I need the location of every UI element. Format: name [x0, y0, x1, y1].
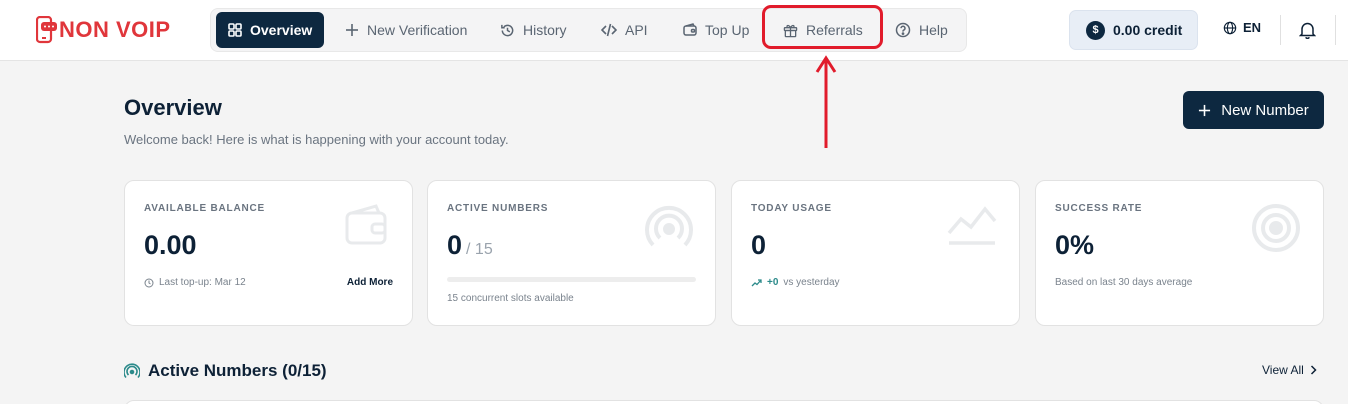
slots-progress-bar: [447, 277, 696, 282]
chart-line-icon: [947, 206, 997, 245]
active-numbers-card: ACTIVE NUMBERS 0/ 15 15 concurrent slots…: [427, 180, 716, 326]
chevron-right-icon: [1310, 365, 1317, 375]
add-more-link[interactable]: Add More: [347, 277, 393, 288]
nav-item-label: Help: [919, 22, 948, 38]
language-selector[interactable]: EN: [1223, 20, 1261, 35]
nav-item-label: History: [523, 22, 567, 38]
signal-icon: [124, 363, 140, 379]
nav-item-top-up[interactable]: Top Up: [671, 12, 761, 48]
view-all-link[interactable]: View All: [1262, 363, 1317, 377]
divider: [1280, 15, 1281, 45]
new-number-label: New Number: [1221, 101, 1309, 119]
signal-icon: [645, 205, 693, 247]
nav-item-label: Referrals: [806, 22, 863, 38]
help-icon: [895, 22, 911, 38]
gift-icon: [783, 24, 798, 37]
page-title: Overview: [124, 95, 222, 120]
divider: [1335, 15, 1336, 45]
available-balance-card: AVAILABLE BALANCE 0.00 Last top-up: Mar …: [124, 180, 413, 326]
wallet-icon: [683, 23, 697, 36]
globe-icon: [1223, 21, 1237, 34]
brand-logo[interactable]: NON VOIP: [35, 15, 171, 45]
success-rate-info: Based on last 30 days average: [1055, 277, 1193, 288]
nav-item-label: API: [625, 22, 648, 38]
card-label: SUCCESS RATE: [1055, 203, 1143, 214]
history-icon: [501, 24, 514, 36]
new-number-button[interactable]: New Number: [1183, 91, 1324, 129]
clock-icon: [144, 278, 154, 287]
top-navigation-bar: NON VOIP Overview New Verification Histo…: [0, 0, 1348, 61]
nav-item-label: Overview: [250, 22, 313, 38]
usage-delta-value: +0: [767, 277, 779, 288]
bell-icon: [1298, 22, 1317, 40]
active-numbers-panel: [124, 400, 1324, 404]
wallet-icon: [345, 204, 387, 245]
brand-name: NON VOIP: [59, 17, 171, 42]
phone-logo-icon: [35, 15, 58, 44]
notifications-button[interactable]: [1298, 21, 1317, 44]
annotation-arrow-icon: [815, 55, 837, 148]
last-topup-info: Last top-up: Mar 12: [144, 277, 246, 288]
plus-icon: [1199, 104, 1211, 116]
today-usage-card: TODAY USAGE 0 +0 vs yesterday: [731, 180, 1020, 326]
language-code: EN: [1243, 20, 1262, 35]
slots-info: 15 concurrent slots available: [447, 293, 574, 304]
nav-item-referrals[interactable]: Referrals: [771, 12, 875, 48]
section-title-text: Active Numbers (0/15): [148, 361, 327, 380]
nav-item-help[interactable]: Help: [883, 12, 960, 48]
nav-item-label: New Verification: [367, 22, 468, 38]
card-label: AVAILABLE BALANCE: [144, 203, 266, 214]
success-rate-value: 0%: [1055, 230, 1095, 260]
credit-balance-button[interactable]: $ 0.00 credit: [1069, 10, 1198, 50]
balance-value: 0.00: [144, 230, 197, 260]
target-icon: [1252, 204, 1300, 252]
today-usage-value: 0: [751, 230, 767, 260]
plus-icon: [346, 24, 358, 36]
nav-item-overview[interactable]: Overview: [216, 12, 325, 48]
nav-item-history[interactable]: History: [488, 12, 579, 48]
success-rate-card: SUCCESS RATE 0% Based on last 30 days av…: [1035, 180, 1324, 326]
code-icon: [601, 23, 617, 37]
dollar-coin-icon: $: [1086, 20, 1105, 40]
card-label: TODAY USAGE: [751, 203, 832, 214]
active-numbers-section-title: Active Numbers (0/15): [124, 361, 327, 381]
active-count: 0: [447, 230, 463, 260]
nav-item-api[interactable]: API: [589, 12, 660, 48]
last-topup-text: Last top-up: Mar 12: [159, 277, 246, 288]
card-label: ACTIVE NUMBERS: [447, 203, 549, 214]
trend-up-icon: [751, 279, 762, 287]
grid-icon: [228, 23, 242, 37]
active-limit: / 15: [466, 241, 493, 258]
credit-label: 0.00 credit: [1113, 22, 1183, 38]
view-all-label: View All: [1262, 363, 1304, 377]
page-subtitle: Welcome back! Here is what is happening …: [124, 132, 509, 147]
usage-delta-text: vs yesterday: [783, 277, 840, 288]
active-numbers-value: 0/ 15: [447, 230, 493, 261]
nav-item-label: Top Up: [705, 22, 750, 38]
nav-item-new-verification[interactable]: New Verification: [333, 12, 479, 48]
main-nav: Overview New Verification History API To…: [210, 8, 967, 52]
usage-delta: +0 vs yesterday: [751, 277, 840, 288]
